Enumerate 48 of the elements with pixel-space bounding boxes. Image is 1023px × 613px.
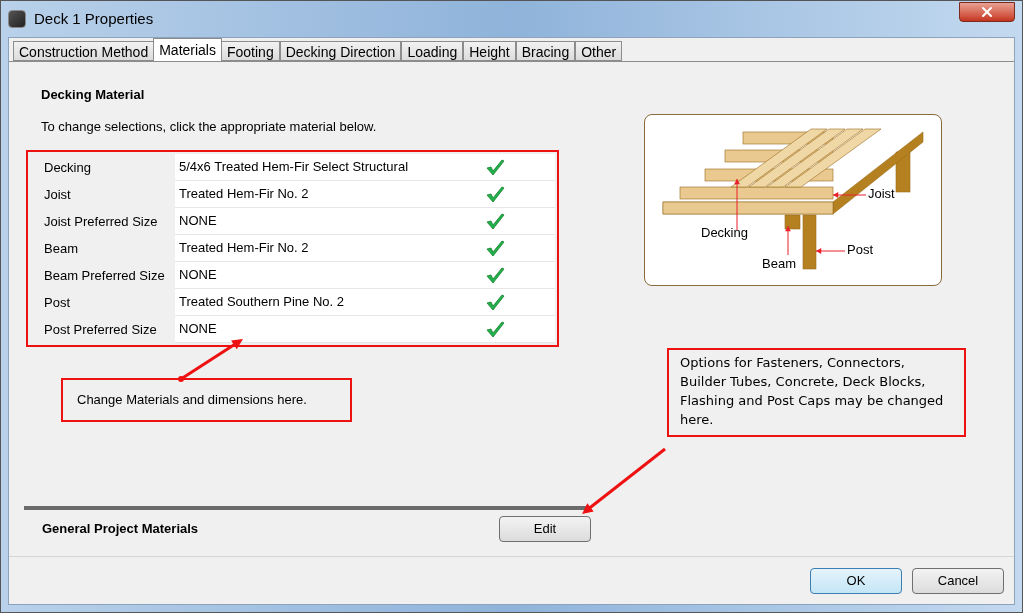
tab[interactable]: Footing [221, 41, 280, 61]
close-icon [979, 4, 995, 20]
tab[interactable]: Height [463, 41, 516, 61]
material-value: Treated Hem-Fir No. 2 [179, 185, 310, 204]
material-row[interactable]: 5/4x6 Treated Hem-Fir Select Structural [175, 154, 555, 181]
material-value: NONE [179, 266, 218, 285]
material-value: Treated Southern Pine No. 2 [179, 293, 345, 312]
tab[interactable]: Bracing [515, 41, 576, 61]
material-row[interactable]: Treated Hem-Fir No. 2 [175, 181, 555, 208]
leader-arrow [815, 248, 846, 254]
tab[interactable]: Construction Method [13, 41, 155, 61]
instruction-text: To change selections, click the appropriate material below. [41, 117, 378, 136]
material-label: Joist Preferred Size [43, 213, 159, 231]
material-value: 5/4x6 Treated Hem-Fir Select Structural [179, 158, 410, 177]
material-row[interactable]: Treated Southern Pine No. 2 [175, 289, 555, 316]
material-label: Decking [43, 159, 92, 177]
edit-button[interactable]: Edit [499, 516, 591, 542]
general-materials-label: General Project Materials [42, 520, 199, 539]
material-label: Beam [43, 240, 79, 258]
material-value: NONE [179, 320, 218, 339]
ok-button[interactable]: OK [810, 567, 902, 594]
material-label: Post [43, 294, 71, 312]
material-row[interactable]: NONE [175, 208, 555, 235]
tab[interactable]: Other [575, 41, 623, 61]
material-value: NONE [179, 212, 218, 231]
close-button[interactable] [959, 2, 1015, 22]
material-label: Joist [43, 186, 72, 204]
tab[interactable]: Loading [401, 41, 464, 61]
material-row[interactable]: Treated Hem-Fir No. 2 [175, 235, 555, 262]
post-label: Post [847, 243, 873, 256]
material-label: Post Preferred Size [43, 321, 158, 339]
tab[interactable]: Materials [153, 38, 222, 61]
section-heading: Decking Material [41, 86, 146, 104]
materials-callout: Change Materials and dimensions here. [61, 378, 352, 422]
tab[interactable]: Decking Direction [279, 41, 402, 61]
app-icon [8, 10, 26, 28]
leader-arrow [832, 192, 867, 198]
window-title: Deck 1 Properties [34, 8, 154, 29]
material-label: Beam Preferred Size [43, 267, 166, 285]
material-row[interactable]: NONE [175, 316, 555, 343]
options-callout: Options for Fasteners, Connectors, Builder Tubes, Concrete, Deck Blocks, Flashing and Post Caps may be changed here. [667, 348, 966, 437]
leader-arrow [785, 225, 791, 256]
material-value: Treated Hem-Fir No. 2 [179, 239, 310, 258]
decking-label: Decking [701, 226, 748, 239]
joist-label: Joist [868, 187, 895, 200]
material-row[interactable]: NONE [175, 262, 555, 289]
beam-label: Beam [762, 257, 796, 270]
cancel-button[interactable]: Cancel [912, 567, 1004, 594]
